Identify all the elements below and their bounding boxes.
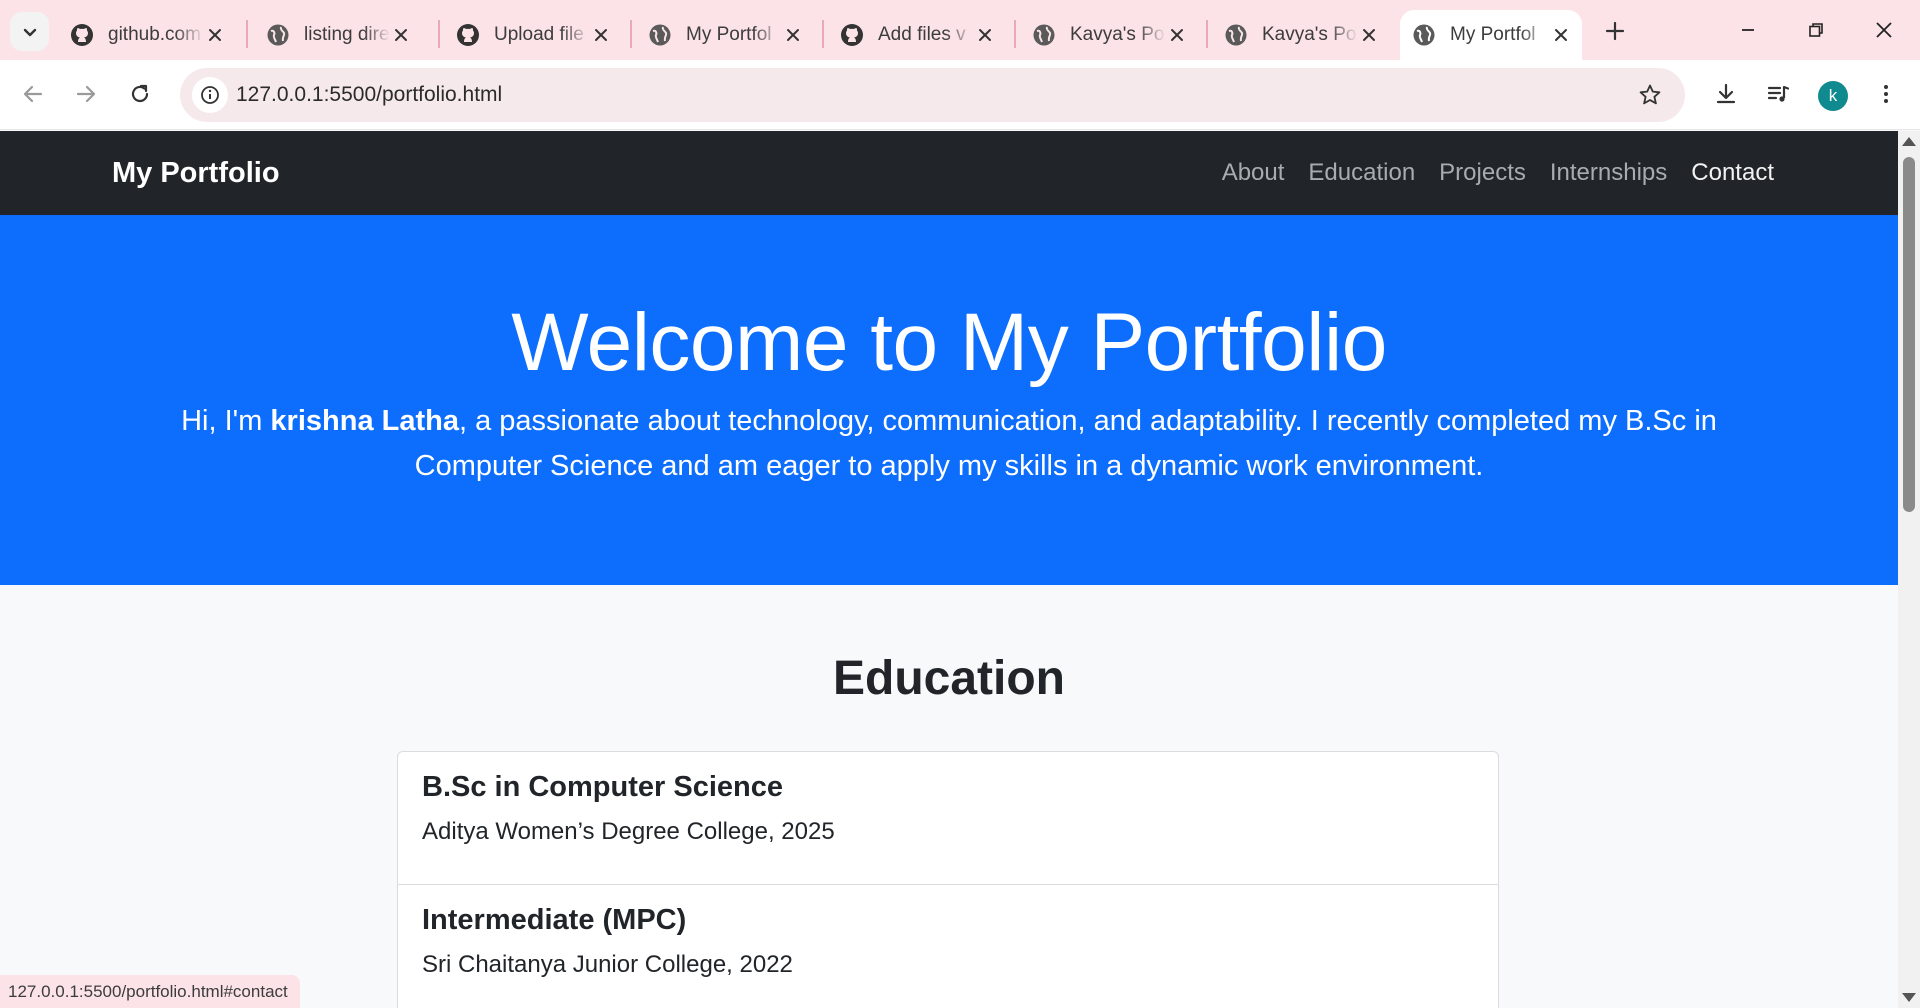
tab-title: Add files v <box>878 24 966 45</box>
browser-tab[interactable]: Upload file <box>444 10 622 60</box>
reload-button[interactable] <box>120 74 160 114</box>
more-vertical-icon <box>1884 85 1888 103</box>
page-scrollbar[interactable] <box>1898 131 1920 1008</box>
hero-title: Welcome to My Portfolio <box>511 297 1387 388</box>
queue-music-icon <box>1767 85 1790 102</box>
github-icon <box>70 23 94 47</box>
hero-intro-suffix: , a passionate about technology, communi… <box>414 405 1717 482</box>
site-navbar: My Portfolio About Education Projects In… <box>0 131 1898 215</box>
scroll-up-arrow-icon[interactable] <box>1902 137 1916 146</box>
hero-name: krishna Latha <box>270 405 459 437</box>
nav-link-internships[interactable]: Internships <box>1550 159 1667 187</box>
education-degree: B.Sc in Computer Science <box>422 771 783 803</box>
browser-tab-active[interactable]: My Portfol <box>1400 10 1582 60</box>
tab-title: My Portfol <box>686 24 772 45</box>
education-heading: Education <box>832 652 1065 705</box>
tab-title: github.com <box>108 24 201 45</box>
close-tab-icon[interactable] <box>974 24 996 46</box>
nav-links: About Education Projects Internships Con… <box>1222 131 1774 215</box>
arrow-right-icon <box>76 85 96 103</box>
tab-title: Kavya's Po <box>1262 24 1357 45</box>
tab-search-button[interactable] <box>10 12 49 51</box>
tab-title: Upload file <box>494 24 584 45</box>
tab-separator <box>1206 20 1208 48</box>
url-text[interactable]: 127.0.0.1:5500/portfolio.html <box>236 68 502 122</box>
tab-separator <box>822 20 824 48</box>
browser-tab[interactable]: Kavya's Po <box>1212 10 1390 60</box>
browser-tab[interactable]: github.com <box>58 10 236 60</box>
globe-icon <box>1412 23 1436 47</box>
browser-toolbar: 127.0.0.1:5500/portfolio.html k <box>0 60 1920 130</box>
close-tab-icon[interactable] <box>1550 24 1572 46</box>
globe-icon <box>648 23 672 47</box>
minimize-button[interactable] <box>1726 10 1770 50</box>
tab-strip: github.com listing dire Upload file My P… <box>0 0 1920 60</box>
hero-intro: Hi, I'm krishna Latha, a passionate abou… <box>120 399 1778 489</box>
close-icon <box>1876 22 1892 38</box>
education-school: Aditya Women’s Degree College, 2025 <box>422 818 835 845</box>
media-controls-button[interactable] <box>1758 74 1798 114</box>
browser-menu-button[interactable] <box>1866 74 1906 114</box>
nav-link-projects[interactable]: Projects <box>1439 159 1526 187</box>
site-info-button[interactable] <box>192 77 228 113</box>
browser-tab[interactable]: Kavya's Po <box>1020 10 1198 60</box>
hero-intro-prefix: Hi, I'm <box>181 405 271 437</box>
browser-tab[interactable]: Add files v <box>828 10 1006 60</box>
page-viewport: My Portfolio About Education Projects In… <box>0 131 1898 1008</box>
scrollbar-thumb[interactable] <box>1903 157 1915 512</box>
hero-section: Welcome to My Portfolio Hi, I'm krishna … <box>0 215 1898 585</box>
plus-icon <box>1605 21 1625 41</box>
close-tab-icon[interactable] <box>390 24 412 46</box>
bookmark-star-button[interactable] <box>1635 80 1665 110</box>
tab-title: My Portfol <box>1450 24 1536 45</box>
tab-title: Kavya's Po <box>1070 24 1165 45</box>
close-tab-icon[interactable] <box>590 24 612 46</box>
chevron-down-icon <box>23 28 36 36</box>
profile-avatar[interactable]: k <box>1818 81 1848 111</box>
new-tab-button[interactable] <box>1598 14 1632 48</box>
close-tab-icon[interactable] <box>1166 24 1188 46</box>
browser-tab[interactable]: listing dire <box>254 10 422 60</box>
downloads-button[interactable] <box>1706 74 1746 114</box>
arrow-left-icon <box>23 85 43 103</box>
education-degree: Intermediate (MPC) <box>422 904 687 936</box>
nav-link-about[interactable]: About <box>1222 159 1285 187</box>
restore-icon <box>1809 23 1823 37</box>
close-tab-icon[interactable] <box>1358 24 1380 46</box>
education-item: B.Sc in Computer Science Aditya Women’s … <box>398 752 1498 885</box>
star-icon <box>1639 84 1661 105</box>
reload-icon <box>131 84 149 103</box>
address-bar[interactable]: 127.0.0.1:5500/portfolio.html <box>180 68 1685 122</box>
nav-link-contact[interactable]: Contact <box>1691 159 1774 187</box>
github-icon <box>840 23 864 47</box>
close-tab-icon[interactable] <box>782 24 804 46</box>
scroll-down-arrow-icon[interactable] <box>1902 993 1916 1002</box>
restore-button[interactable] <box>1794 10 1838 50</box>
close-window-button[interactable] <box>1862 10 1906 50</box>
education-school: Sri Chaitanya Junior College, 2022 <box>422 951 793 978</box>
close-tab-icon[interactable] <box>204 24 226 46</box>
globe-icon <box>1224 23 1248 47</box>
info-icon <box>201 86 219 104</box>
tab-separator <box>246 20 248 48</box>
tab-separator <box>1014 20 1016 48</box>
education-item: Intermediate (MPC) Sri Chaitanya Junior … <box>398 885 1498 1008</box>
browser-tab[interactable]: My Portfol <box>636 10 814 60</box>
minimize-icon <box>1742 29 1754 31</box>
tab-separator <box>438 20 440 48</box>
tab-separator <box>630 20 632 48</box>
globe-icon <box>1032 23 1056 47</box>
link-status-bubble: 127.0.0.1:5500/portfolio.html#contact <box>0 975 300 1008</box>
education-list: B.Sc in Computer Science Aditya Women’s … <box>397 751 1499 1008</box>
back-button[interactable] <box>13 74 53 114</box>
download-icon <box>1716 83 1736 104</box>
forward-button[interactable] <box>66 74 106 114</box>
site-brand[interactable]: My Portfolio <box>112 131 280 215</box>
github-icon <box>456 23 480 47</box>
nav-link-education[interactable]: Education <box>1308 159 1415 187</box>
tab-title: listing dire <box>304 24 390 45</box>
globe-icon <box>266 23 290 47</box>
